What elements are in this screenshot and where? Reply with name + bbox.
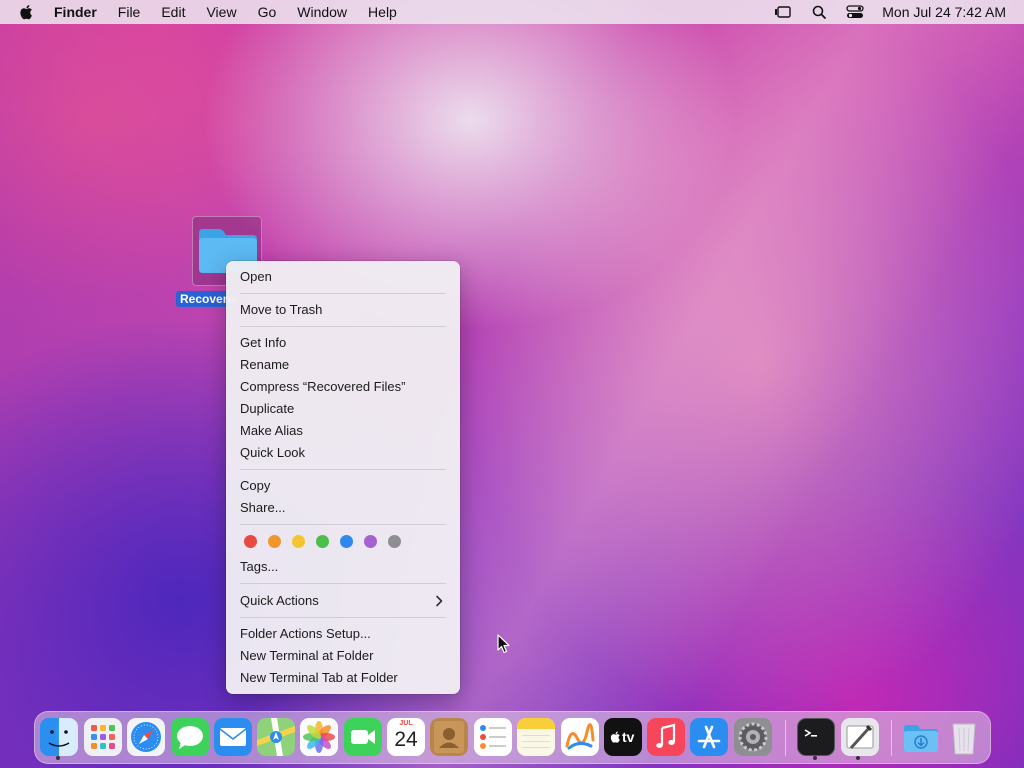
- menu-go[interactable]: Go: [258, 0, 277, 24]
- mouse-cursor-icon: [497, 634, 510, 654]
- dock-finder-icon[interactable]: [40, 718, 78, 756]
- menubar-clock[interactable]: Mon Jul 24 7:42 AM: [882, 4, 1006, 20]
- menu-compress[interactable]: Compress “Recovered Files”: [240, 376, 450, 398]
- dock-trash-icon[interactable]: [945, 718, 983, 756]
- wallpaper-shadow: [0, 0, 1024, 768]
- dock-calendar-icon[interactable]: JUL 24: [387, 718, 425, 756]
- dock-separator: [891, 720, 892, 756]
- menu-separator: [240, 617, 446, 618]
- menu-share[interactable]: Share...: [240, 497, 450, 519]
- dock-maps-icon[interactable]: [257, 718, 295, 756]
- menu-help[interactable]: Help: [368, 0, 397, 24]
- dock-system-settings-icon[interactable]: [734, 718, 772, 756]
- menu-new-terminal-tab-at-folder[interactable]: New Terminal Tab at Folder: [240, 667, 450, 689]
- menu-tags[interactable]: Tags...: [240, 556, 450, 578]
- tag-yellow-dot[interactable]: [292, 535, 305, 548]
- menu-new-terminal-at-folder[interactable]: New Terminal at Folder: [240, 645, 450, 667]
- menu-window[interactable]: Window: [297, 0, 347, 24]
- apple-tv-label: tv: [622, 729, 635, 745]
- dock-notes-icon[interactable]: [517, 718, 555, 756]
- dock-mail-icon[interactable]: [214, 718, 252, 756]
- menu-quick-actions[interactable]: Quick Actions: [240, 590, 450, 612]
- dock-app-store-icon[interactable]: [690, 718, 728, 756]
- menu-get-info[interactable]: Get Info: [240, 332, 450, 354]
- tag-purple-dot[interactable]: [364, 535, 377, 548]
- dock-contacts-icon[interactable]: [430, 718, 468, 756]
- dock-separator: [785, 720, 786, 756]
- dock-photos-icon[interactable]: [300, 718, 338, 756]
- tag-blue-dot[interactable]: [340, 535, 353, 548]
- menu-file[interactable]: File: [118, 0, 141, 24]
- menu-make-alias[interactable]: Make Alias: [240, 420, 450, 442]
- menu-separator: [240, 583, 446, 584]
- dock-freeform-icon[interactable]: [561, 718, 599, 756]
- menu-edit[interactable]: Edit: [161, 0, 185, 24]
- menu-rename[interactable]: Rename: [240, 354, 450, 376]
- menu-duplicate[interactable]: Duplicate: [240, 398, 450, 420]
- menu-separator: [240, 524, 446, 525]
- menu-separator: [240, 326, 446, 327]
- menu-finder[interactable]: Finder: [54, 0, 97, 24]
- calendar-month: JUL: [399, 720, 413, 727]
- dock-downloads-folder-icon[interactable]: [902, 718, 940, 756]
- dock-facetime-icon[interactable]: [344, 718, 382, 756]
- tag-red-dot[interactable]: [244, 535, 257, 548]
- control-center-icon[interactable]: [846, 4, 864, 20]
- spotlight-search-icon[interactable]: [810, 4, 828, 20]
- menu-separator: [240, 469, 446, 470]
- script-editor-running-indicator: [856, 756, 860, 760]
- menu-quick-look[interactable]: Quick Look: [240, 442, 450, 464]
- tag-orange-dot[interactable]: [268, 535, 281, 548]
- dock-messages-icon[interactable]: [171, 718, 209, 756]
- menu-bar: Finder File Edit View Go Window Help Mon…: [0, 0, 1024, 24]
- stage-manager-icon[interactable]: [774, 4, 792, 20]
- menu-separator: [240, 293, 446, 294]
- chevron-right-icon: [436, 595, 443, 607]
- dock-music-icon[interactable]: [647, 718, 685, 756]
- tag-green-dot[interactable]: [316, 535, 329, 548]
- apple-tv-logo-icon: [610, 731, 620, 743]
- dock: JUL 24 tv: [34, 711, 991, 764]
- menu-folder-actions-setup[interactable]: Folder Actions Setup...: [240, 623, 450, 645]
- menu-move-to-trash[interactable]: Move to Trash: [240, 299, 450, 321]
- dock-launchpad-icon[interactable]: [84, 718, 122, 756]
- dock-terminal-icon[interactable]: [797, 718, 835, 756]
- dock-apple-tv-icon[interactable]: tv: [604, 718, 642, 756]
- menu-open[interactable]: Open: [240, 266, 450, 288]
- dock-script-editor-icon[interactable]: [841, 718, 879, 756]
- context-menu: Open Move to Trash Get Info Rename Compr…: [226, 261, 460, 694]
- finder-running-indicator: [56, 756, 60, 760]
- calendar-day: 24: [394, 728, 418, 751]
- terminal-running-indicator: [813, 756, 817, 760]
- dock-safari-icon[interactable]: [127, 718, 165, 756]
- menu-view[interactable]: View: [206, 0, 236, 24]
- dock-reminders-icon[interactable]: [474, 718, 512, 756]
- menu-copy[interactable]: Copy: [240, 475, 450, 497]
- apple-logo-icon[interactable]: [18, 3, 36, 21]
- tag-gray-dot[interactable]: [388, 535, 401, 548]
